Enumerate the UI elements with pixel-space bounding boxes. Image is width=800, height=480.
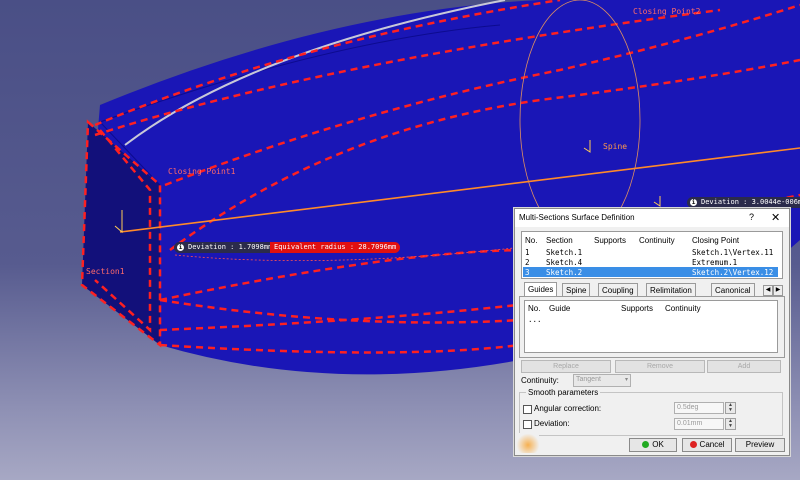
smooth-parameters-legend: Smooth parameters xyxy=(526,388,601,397)
deviation-checkbox[interactable] xyxy=(523,420,532,429)
row-closing-point: Sketch.1\Vertex.11 xyxy=(692,248,774,257)
remove-button[interactable]: Remove xyxy=(615,360,705,373)
continuity-select[interactable]: Tangent ▾ xyxy=(573,374,631,387)
angular-correction-checkbox[interactable] xyxy=(523,405,532,414)
spine-label: Spine xyxy=(603,142,628,151)
col-supports[interactable]: Supports xyxy=(594,236,626,245)
sections-list[interactable]: No. Section Supports Continuity Closing … xyxy=(521,231,783,279)
closing-point2-label: Closing Point2 xyxy=(633,7,701,16)
tab-scroll-right-icon[interactable]: ▶ xyxy=(773,285,783,296)
radius-tag-text: Equivalent radius : 28.7096mm xyxy=(274,243,397,251)
tab-panel: No. Guide Supports Continuity ... xyxy=(519,296,785,358)
col-supports[interactable]: Supports xyxy=(621,304,653,313)
row-section: Sketch.2 xyxy=(546,268,583,277)
continuity-value: Tangent xyxy=(576,376,601,383)
continuity-label: Continuity: xyxy=(521,376,559,385)
section1-label: Section1 xyxy=(86,267,125,276)
replace-button[interactable]: Replace xyxy=(521,360,611,373)
deviation-tag-left-text: Deviation : 1.7098mm xyxy=(188,243,273,251)
row-section: Sketch.4 xyxy=(546,258,583,267)
dialog-title: Multi-Sections Surface Definition xyxy=(519,213,635,222)
deviation-tag-left: i Deviation : 1.7098mm xyxy=(174,242,277,253)
multi-sections-dialog: Multi-Sections Surface Definition ? ✕ No… xyxy=(514,208,790,456)
angular-correction-field[interactable]: 0.5deg xyxy=(674,402,724,414)
tab-canonical[interactable]: Canonical xyxy=(711,283,755,297)
col-guide[interactable]: Guide xyxy=(549,304,570,313)
cancel-label: Cancel xyxy=(699,440,725,449)
deviation-label: Deviation: xyxy=(534,419,570,428)
row-no: 3 xyxy=(525,268,530,277)
cancel-button[interactable]: Cancel xyxy=(682,438,732,452)
col-section[interactable]: Section xyxy=(546,236,573,245)
row-no: 1 xyxy=(525,248,530,257)
angular-correction-label: Angular correction: xyxy=(534,404,602,413)
help-button[interactable]: ? xyxy=(749,212,754,222)
ok-icon xyxy=(642,441,650,448)
radius-tag: Equivalent radius : 28.7096mm xyxy=(270,242,401,253)
row-section: Sketch.1 xyxy=(546,248,583,257)
cancel-icon xyxy=(689,441,697,448)
preview-button[interactable]: Preview xyxy=(735,438,785,452)
close-button[interactable]: ✕ xyxy=(771,211,780,224)
col-no[interactable]: No. xyxy=(525,236,537,245)
guides-list[interactable]: No. Guide Supports Continuity ... xyxy=(524,300,778,353)
row-closing-point: Sketch.2\Vertex.12 xyxy=(692,268,774,277)
deviation-tag-right: i Deviation : 3.0044e-006mm xyxy=(687,197,800,208)
info-icon: i xyxy=(177,244,184,251)
angular-correction-spinner[interactable]: ▲ ▼ xyxy=(725,402,736,414)
deviation-tag-right-text: Deviation : 3.0044e-006mm xyxy=(701,198,800,206)
tab-spine[interactable]: Spine xyxy=(562,283,591,297)
deviation-spinner[interactable]: ▲ ▼ xyxy=(725,418,736,430)
dialog-titlebar[interactable]: Multi-Sections Surface Definition ? ✕ xyxy=(515,209,789,227)
row-no: 2 xyxy=(525,258,530,267)
chevron-down-icon: ▾ xyxy=(624,377,628,383)
col-continuity[interactable]: Continuity xyxy=(639,236,675,245)
ok-button[interactable]: OK xyxy=(629,438,677,452)
tab-scroll-left-icon[interactable]: ◀ xyxy=(763,285,773,296)
app-logo-icon xyxy=(517,433,539,453)
tab-guides[interactable]: Guides xyxy=(524,282,558,297)
col-continuity[interactable]: Continuity xyxy=(665,304,701,313)
col-closing-point[interactable]: Closing Point xyxy=(692,236,739,245)
add-button[interactable]: Add xyxy=(707,360,781,373)
row-closing-point: Extremum.1 xyxy=(692,258,738,267)
smooth-parameters-group: Smooth parameters Angular correction: 0.… xyxy=(519,388,783,436)
list-placeholder[interactable]: ... xyxy=(528,315,542,324)
closing-point1-label: Closing Point1 xyxy=(168,167,236,176)
col-no[interactable]: No. xyxy=(528,304,540,313)
tab-coupling[interactable]: Coupling xyxy=(598,283,638,297)
info-icon: i xyxy=(690,199,697,206)
tab-relimitation[interactable]: Relimitation xyxy=(646,283,696,297)
deviation-field[interactable]: 0.01mm xyxy=(674,418,724,430)
ok-label: OK xyxy=(652,440,664,449)
